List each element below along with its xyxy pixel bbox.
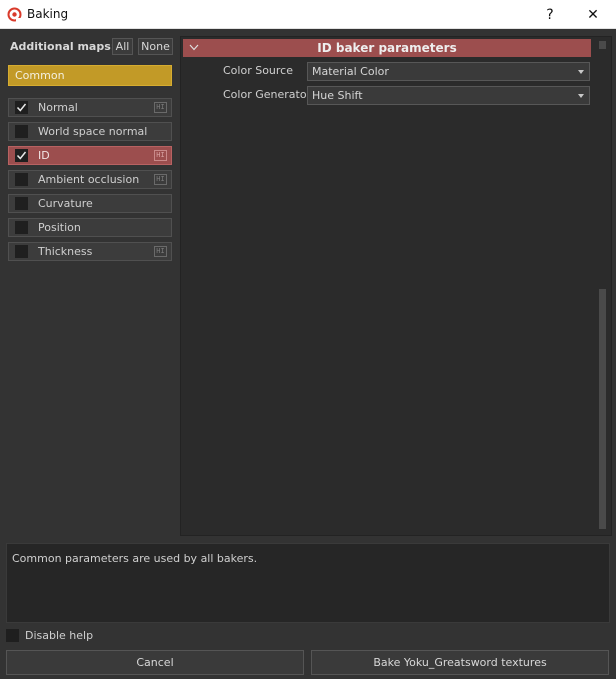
dropdown-arrow-icon (578, 70, 584, 74)
baker-label: Ambient occlusion (38, 173, 140, 186)
baker-label: Position (38, 221, 81, 234)
baker-label: Curvature (38, 197, 93, 210)
scrollbar-top-cap (599, 41, 606, 49)
cancel-button[interactable]: Cancel (6, 650, 304, 675)
title-bar: Baking ? ✕ (0, 0, 616, 29)
select-all-button[interactable]: All (112, 38, 133, 55)
checkmark-icon (16, 151, 27, 160)
vertical-scrollbar[interactable] (597, 39, 609, 533)
color-source-dropdown[interactable]: Material Color (307, 62, 590, 81)
common-item[interactable]: Common (8, 65, 172, 86)
disable-help-label: Disable help (25, 629, 94, 642)
high-poly-icon: HI (154, 174, 167, 185)
dropdown-arrow-icon (578, 94, 584, 98)
baker-item-ambient-occlusion[interactable]: Ambient occlusion HI (8, 170, 172, 189)
window-title: Baking (27, 7, 69, 21)
baker-label: Thickness (38, 245, 93, 258)
baker-item-curvature[interactable]: Curvature (8, 194, 172, 213)
color-generator-dropdown[interactable]: Hue Shift (307, 86, 590, 105)
section-header[interactable]: ID baker parameters (183, 39, 591, 57)
scrollbar-thumb[interactable] (599, 289, 606, 529)
help-button[interactable]: ? (527, 0, 573, 29)
baker-item-id[interactable]: ID HI (8, 146, 172, 165)
help-text: Common parameters are used by all bakers… (12, 552, 258, 565)
select-none-button[interactable]: None (138, 38, 173, 55)
baker-item-thickness[interactable]: Thickness HI (8, 242, 172, 261)
checkbox[interactable] (15, 101, 28, 114)
baker-item-normal[interactable]: Normal HI (8, 98, 172, 117)
chevron-down-icon[interactable] (189, 44, 199, 51)
bake-button[interactable]: Bake Yoku_Greatsword textures (311, 650, 609, 675)
checkbox[interactable] (15, 221, 28, 234)
disable-help-checkbox[interactable] (6, 629, 19, 642)
disable-help-toggle[interactable]: Disable help (6, 629, 93, 642)
baker-item-position[interactable]: Position (8, 218, 172, 237)
checkbox[interactable] (15, 245, 28, 258)
color-source-label: Color Source (223, 64, 293, 77)
parameters-panel: ID baker parameters Color Source Materia… (180, 36, 612, 536)
additional-maps-label: Additional maps: (10, 40, 116, 53)
dropdown-value: Hue Shift (312, 89, 363, 102)
section-title: ID baker parameters (317, 41, 457, 55)
high-poly-icon: HI (154, 150, 167, 161)
app-logo-icon (7, 7, 22, 22)
baker-item-world-space-normal[interactable]: World space normal (8, 122, 172, 141)
high-poly-icon: HI (154, 102, 167, 113)
baker-label: World space normal (38, 125, 148, 138)
high-poly-icon: HI (154, 246, 167, 257)
checkbox[interactable] (15, 197, 28, 210)
help-text-area: Common parameters are used by all bakers… (6, 543, 610, 623)
checkmark-icon (16, 103, 27, 112)
baker-label: Normal (38, 101, 78, 114)
checkbox[interactable] (15, 125, 28, 138)
dropdown-value: Material Color (312, 65, 389, 78)
checkbox[interactable] (15, 173, 28, 186)
checkbox[interactable] (15, 149, 28, 162)
close-button[interactable]: ✕ (570, 0, 616, 29)
bakers-panel: Additional maps: All None Common Normal … (0, 30, 178, 536)
baker-label: ID (38, 149, 50, 162)
color-generator-label: Color Generator (223, 88, 312, 101)
